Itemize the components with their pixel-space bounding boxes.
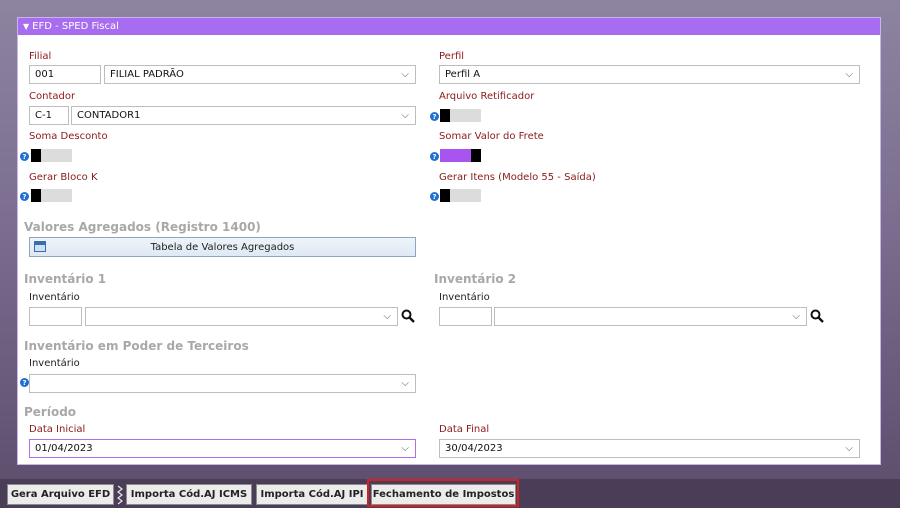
gerar-itens-toggle[interactable] <box>440 189 481 202</box>
help-icon[interactable]: ? <box>20 192 29 201</box>
help-icon[interactable]: ? <box>20 378 29 387</box>
arquivo-retificador-label: Arquivo Retificador <box>439 91 535 102</box>
chevron-down-icon: ⌵ <box>845 69 853 80</box>
periodo-title: Período <box>24 405 77 419</box>
perfil-label: Perfil <box>439 51 465 62</box>
chevron-down-icon: ⌵ <box>401 110 409 121</box>
chevron-down-icon: ⌵ <box>401 69 409 80</box>
highlight-box <box>367 479 519 507</box>
gerar-itens-label: Gerar Itens (Modelo 55 - Saída) <box>439 172 596 183</box>
soma-desconto-toggle[interactable] <box>31 149 72 162</box>
contador-code-input[interactable]: C-1 <box>29 106 69 125</box>
inventario-2-select[interactable]: ⌵ <box>494 307 807 326</box>
data-inicial-label: Data Inicial <box>29 424 86 435</box>
soma-desconto-label: Soma Desconto <box>29 131 108 142</box>
chevron-down-icon: ⌵ <box>845 443 853 454</box>
valores-agregados-title: Valores Agregados (Registro 1400) <box>24 220 261 234</box>
filial-code-input[interactable]: 001 <box>29 65 101 84</box>
chevron-down-icon: ⌵ <box>383 311 391 322</box>
inventario-2-title: Inventário 2 <box>434 272 517 286</box>
table-icon <box>34 241 46 252</box>
filial-name: FILIAL PADRÃO <box>110 69 184 80</box>
data-inicial-select[interactable]: 01/04/2023 ⌵ <box>29 439 416 458</box>
search-icon[interactable] <box>810 309 824 323</box>
tabela-valores-label: Tabela de Valores Agregados <box>150 241 295 253</box>
terceiros-title: Inventário em Poder de Terceiros <box>24 339 249 353</box>
somar-frete-toggle[interactable] <box>440 149 481 162</box>
toolbar-grip-icon <box>117 485 123 505</box>
gerar-bloco-k-label: Gerar Bloco K <box>29 172 98 183</box>
importa-icms-button[interactable]: Importa Cód.AJ ICMS <box>126 484 252 505</box>
contador-name: CONTADOR1 <box>77 110 141 121</box>
arquivo-retificador-toggle[interactable] <box>440 109 481 122</box>
data-inicial-value: 01/04/2023 <box>35 443 93 454</box>
data-final-select[interactable]: 30/04/2023 ⌵ <box>439 439 860 458</box>
inventario-1-select[interactable]: ⌵ <box>85 307 398 326</box>
inventario-2-label: Inventário <box>439 292 490 303</box>
tabela-valores-button[interactable]: Tabela de Valores Agregados <box>29 237 416 257</box>
perfil-value: Perfil A <box>445 69 481 80</box>
help-icon[interactable]: ? <box>430 152 439 161</box>
help-icon[interactable]: ? <box>430 112 439 121</box>
inventario-2-code-input[interactable] <box>439 307 492 326</box>
importa-ipi-button[interactable]: Importa Cód.AJ IPI <box>256 484 368 505</box>
gerar-bloco-k-toggle[interactable] <box>31 189 72 202</box>
perfil-select[interactable]: Perfil A ⌵ <box>439 65 860 84</box>
chevron-down-icon: ⌵ <box>792 311 800 322</box>
contador-label: Contador <box>29 91 76 102</box>
chevron-down-icon: ⌵ <box>401 378 409 389</box>
terceiros-select[interactable]: ⌵ <box>29 374 416 393</box>
data-final-label: Data Final <box>439 424 490 435</box>
inventario-1-code-input[interactable] <box>29 307 82 326</box>
inventario-1-title: Inventário 1 <box>24 272 107 286</box>
panel-title: EFD - SPED Fiscal <box>32 21 119 32</box>
contador-select[interactable]: CONTADOR1 ⌵ <box>71 106 416 125</box>
gera-arquivo-efd-button[interactable]: Gera Arquivo EFD <box>7 484 114 505</box>
data-final-value: 30/04/2023 <box>445 443 503 454</box>
search-icon[interactable] <box>401 309 415 323</box>
terceiros-label: Inventário <box>29 358 80 369</box>
collapse-caret-icon[interactable]: ▼ <box>23 22 29 31</box>
inventario-1-label: Inventário <box>29 292 80 303</box>
filial-select[interactable]: FILIAL PADRÃO ⌵ <box>104 65 416 84</box>
somar-frete-label: Somar Valor do Frete <box>439 131 544 142</box>
help-icon[interactable]: ? <box>20 152 29 161</box>
filial-label: Filial <box>29 51 52 62</box>
help-icon[interactable]: ? <box>430 192 439 201</box>
chevron-down-icon: ⌵ <box>401 443 409 454</box>
panel-header[interactable]: ▼ EFD - SPED Fiscal <box>18 18 880 35</box>
